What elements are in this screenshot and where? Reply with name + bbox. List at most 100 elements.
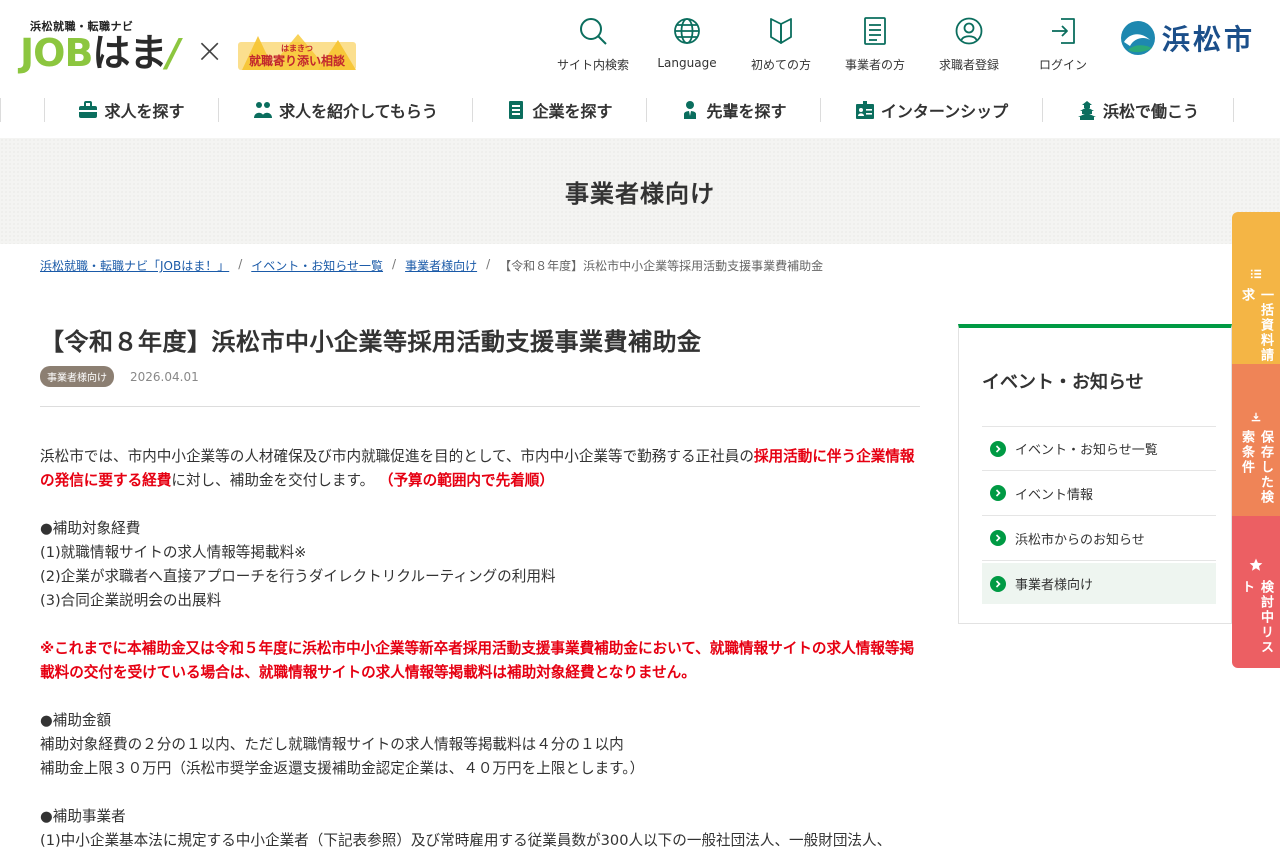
sidebar-item-label: イベント・お知らせ一覧 (1015, 443, 1158, 458)
article-body: 浜松市では、市内中小企業等の人材確保及び市内就職促進を目的として、市内中小企業等… (40, 445, 920, 853)
gnav-work-hamamatsu-label: 浜松で働こう (1102, 102, 1199, 121)
intro-text-1: 浜松市では、市内中小企業等の人材確保及び市内就職促進を目的として、市内中小企業等… (40, 448, 754, 465)
jobhama-logo[interactable]: 浜松就職・転職ナビ JOBはま/ (20, 18, 180, 75)
util-search[interactable]: サイト内検索 (546, 16, 640, 73)
people-icon (254, 102, 273, 118)
breadcrumb-separator: / (238, 257, 243, 271)
gnav-find-seniors[interactable]: 先輩を探す (646, 98, 820, 122)
page-title-band: 事業者様向け (0, 138, 1280, 244)
briefcase-icon (79, 101, 98, 118)
breadcrumb-events[interactable]: イベント・お知らせ一覧 (251, 257, 383, 274)
gnav-referral-label: 求人を紹介してもらう (279, 102, 438, 121)
util-business-label: 事業者の方 (844, 58, 905, 72)
castle-icon (1077, 101, 1096, 120)
gnav-find-jobs-label: 求人を探す (104, 102, 185, 121)
logo-cross-icon: × (195, 31, 224, 71)
gnav-find-seniors-label: 先輩を探す (706, 102, 787, 121)
id-card-icon (855, 101, 874, 119)
float-watch-list[interactable]: 検討中リスト (1232, 516, 1280, 668)
gnav-find-companies[interactable]: 企業を探す (472, 98, 646, 122)
sidebar-item-city-news[interactable]: 浜松市からのお知らせ (982, 516, 1216, 561)
chevron-right-icon (990, 575, 1006, 592)
sidebar-item-label: イベント情報 (1015, 487, 1094, 503)
city-name: 浜松市 (1162, 23, 1256, 56)
intro-note: （予算の範囲内で先着順） (378, 472, 554, 489)
globe-icon (674, 18, 700, 44)
util-business[interactable]: 事業者の方 (828, 16, 922, 73)
expense-item: (3)合同企業説明会の出展料 (40, 592, 222, 609)
sidebar-title: イベント・お知らせ (982, 372, 1144, 393)
breadcrumb-current: 【令和８年度】浜松市中小企業等採用活動支援事業費補助金 (499, 259, 824, 273)
document-icon (864, 17, 886, 45)
category-tag[interactable]: 事業者様向け (40, 366, 114, 387)
sidebar-item-label: 浜松市からのお知らせ (1015, 532, 1145, 548)
logo-hama: はま (92, 31, 167, 75)
publish-date: 2026.04.01 (130, 369, 199, 384)
sidebar-item-event-list[interactable]: イベント・お知らせ一覧 (982, 426, 1216, 471)
intro-text-2: に対し、補助金を交付します。 (171, 472, 375, 489)
site-logo[interactable]: 浜松就職・転職ナビ JOBはま/ × はまきつ 就職寄り添い相談 (20, 18, 356, 72)
recipient-heading: ●補助事業者 (40, 808, 126, 825)
util-register[interactable]: 求職者登録 (922, 16, 1016, 73)
gnav-internship-label: インターンシップ (880, 102, 1009, 121)
logo-slash: / (166, 31, 180, 75)
star-icon (1249, 558, 1263, 571)
intro-paragraph: 浜松市では、市内中小企業等の人材確保及び市内就職促進を目的として、市内中小企業等… (40, 445, 920, 493)
breadcrumb-separator: / (486, 257, 491, 271)
title-divider (40, 406, 920, 407)
global-nav: 求人を探す 求人を紹介してもらう 企業を探す 先輩を探す インターンシップ 浜松… (0, 92, 1280, 128)
breadcrumb-business[interactable]: 事業者様向け (405, 257, 477, 274)
city-mark-icon (1121, 21, 1155, 55)
logo-job: JOB (20, 31, 93, 75)
city-logo[interactable]: 浜松市 (1120, 18, 1255, 58)
amount-heading: ●補助金額 (40, 712, 112, 729)
util-login-label: ログイン (1038, 58, 1087, 72)
sidebar-item-label: 事業者様向け (1015, 578, 1094, 593)
sidebar: イベント・お知らせ イベント・お知らせ一覧 イベント情報 浜松市からのお知らせ … (958, 324, 1232, 624)
gnav-divider (0, 98, 44, 122)
util-register-label: 求職者登録 (938, 58, 999, 72)
util-beginner[interactable]: 初めての方 (734, 16, 828, 73)
page-title: 事業者様向け (565, 179, 715, 208)
util-language-label: Language (657, 56, 717, 70)
list-icon (1250, 269, 1262, 279)
sidebar-item-business[interactable]: 事業者様向け (982, 563, 1216, 604)
float-saved-search-label: 保存した検索条件 (1239, 430, 1273, 506)
article-title: 【令和８年度】浜松市中小企業等採用活動支援事業費補助金 (40, 328, 702, 356)
sidebar-item-event-info[interactable]: イベント情報 (982, 471, 1216, 516)
util-search-label: サイト内検索 (556, 58, 629, 72)
util-language[interactable]: Language (640, 16, 734, 73)
recipient-line: (1)中小企業基本法に規定する中小企業者（下記表参照）及び常時雇用する従業員数が… (40, 832, 892, 849)
breadcrumb: 浜松就職・転職ナビ「JOBはま！」 / イベント・お知らせ一覧 / 事業者様向け… (40, 257, 823, 274)
breadcrumb-home[interactable]: 浜松就職・転職ナビ「JOBはま！」 (40, 257, 229, 274)
gnav-find-jobs[interactable]: 求人を探す (44, 98, 218, 122)
beginner-mark-icon (770, 18, 792, 44)
gnav-internship[interactable]: インターンシップ (820, 98, 1042, 122)
chevron-right-icon (990, 530, 1006, 546)
chevron-right-icon (990, 485, 1006, 501)
expense-item: (1)就職情報サイトの求人情報等掲載料※ (40, 544, 307, 561)
breadcrumb-separator: / (392, 257, 397, 271)
util-beginner-label: 初めての方 (750, 58, 811, 72)
download-icon (1251, 412, 1261, 422)
float-bulk-request-label: 一括資料請求 (1239, 287, 1273, 363)
float-saved-search[interactable]: 保存した検索条件 (1232, 364, 1280, 516)
util-login[interactable]: ログイン (1016, 16, 1110, 73)
gnav-find-companies-label: 企業を探す (532, 102, 613, 121)
amount-line: 補助対象経費の２分の１以内、ただし就職情報サイトの求人情報等掲載料は４分の１以内 (40, 736, 624, 753)
gnav-work-hamamatsu[interactable]: 浜松で働こう (1042, 98, 1234, 122)
partner-logo[interactable]: はまきつ 就職寄り添い相談 (237, 34, 356, 70)
login-icon (1052, 18, 1075, 44)
search-icon (580, 18, 607, 45)
warning-notice: ※これまでに本補助金又は令和５年度に浜松市中小企業等新卒者採用活動支援事業費補助… (40, 640, 915, 681)
building-icon (509, 101, 524, 119)
svg-text:はまきつ: はまきつ (281, 44, 313, 53)
float-bulk-request[interactable]: 一括資料請求 (1232, 212, 1280, 364)
utility-nav: サイト内検索 Language 初めての方 事業者の方 求職者登録 ログイン (546, 16, 1110, 73)
chevron-right-icon (990, 440, 1006, 457)
gnav-referral[interactable]: 求人を紹介してもらう (218, 98, 472, 122)
